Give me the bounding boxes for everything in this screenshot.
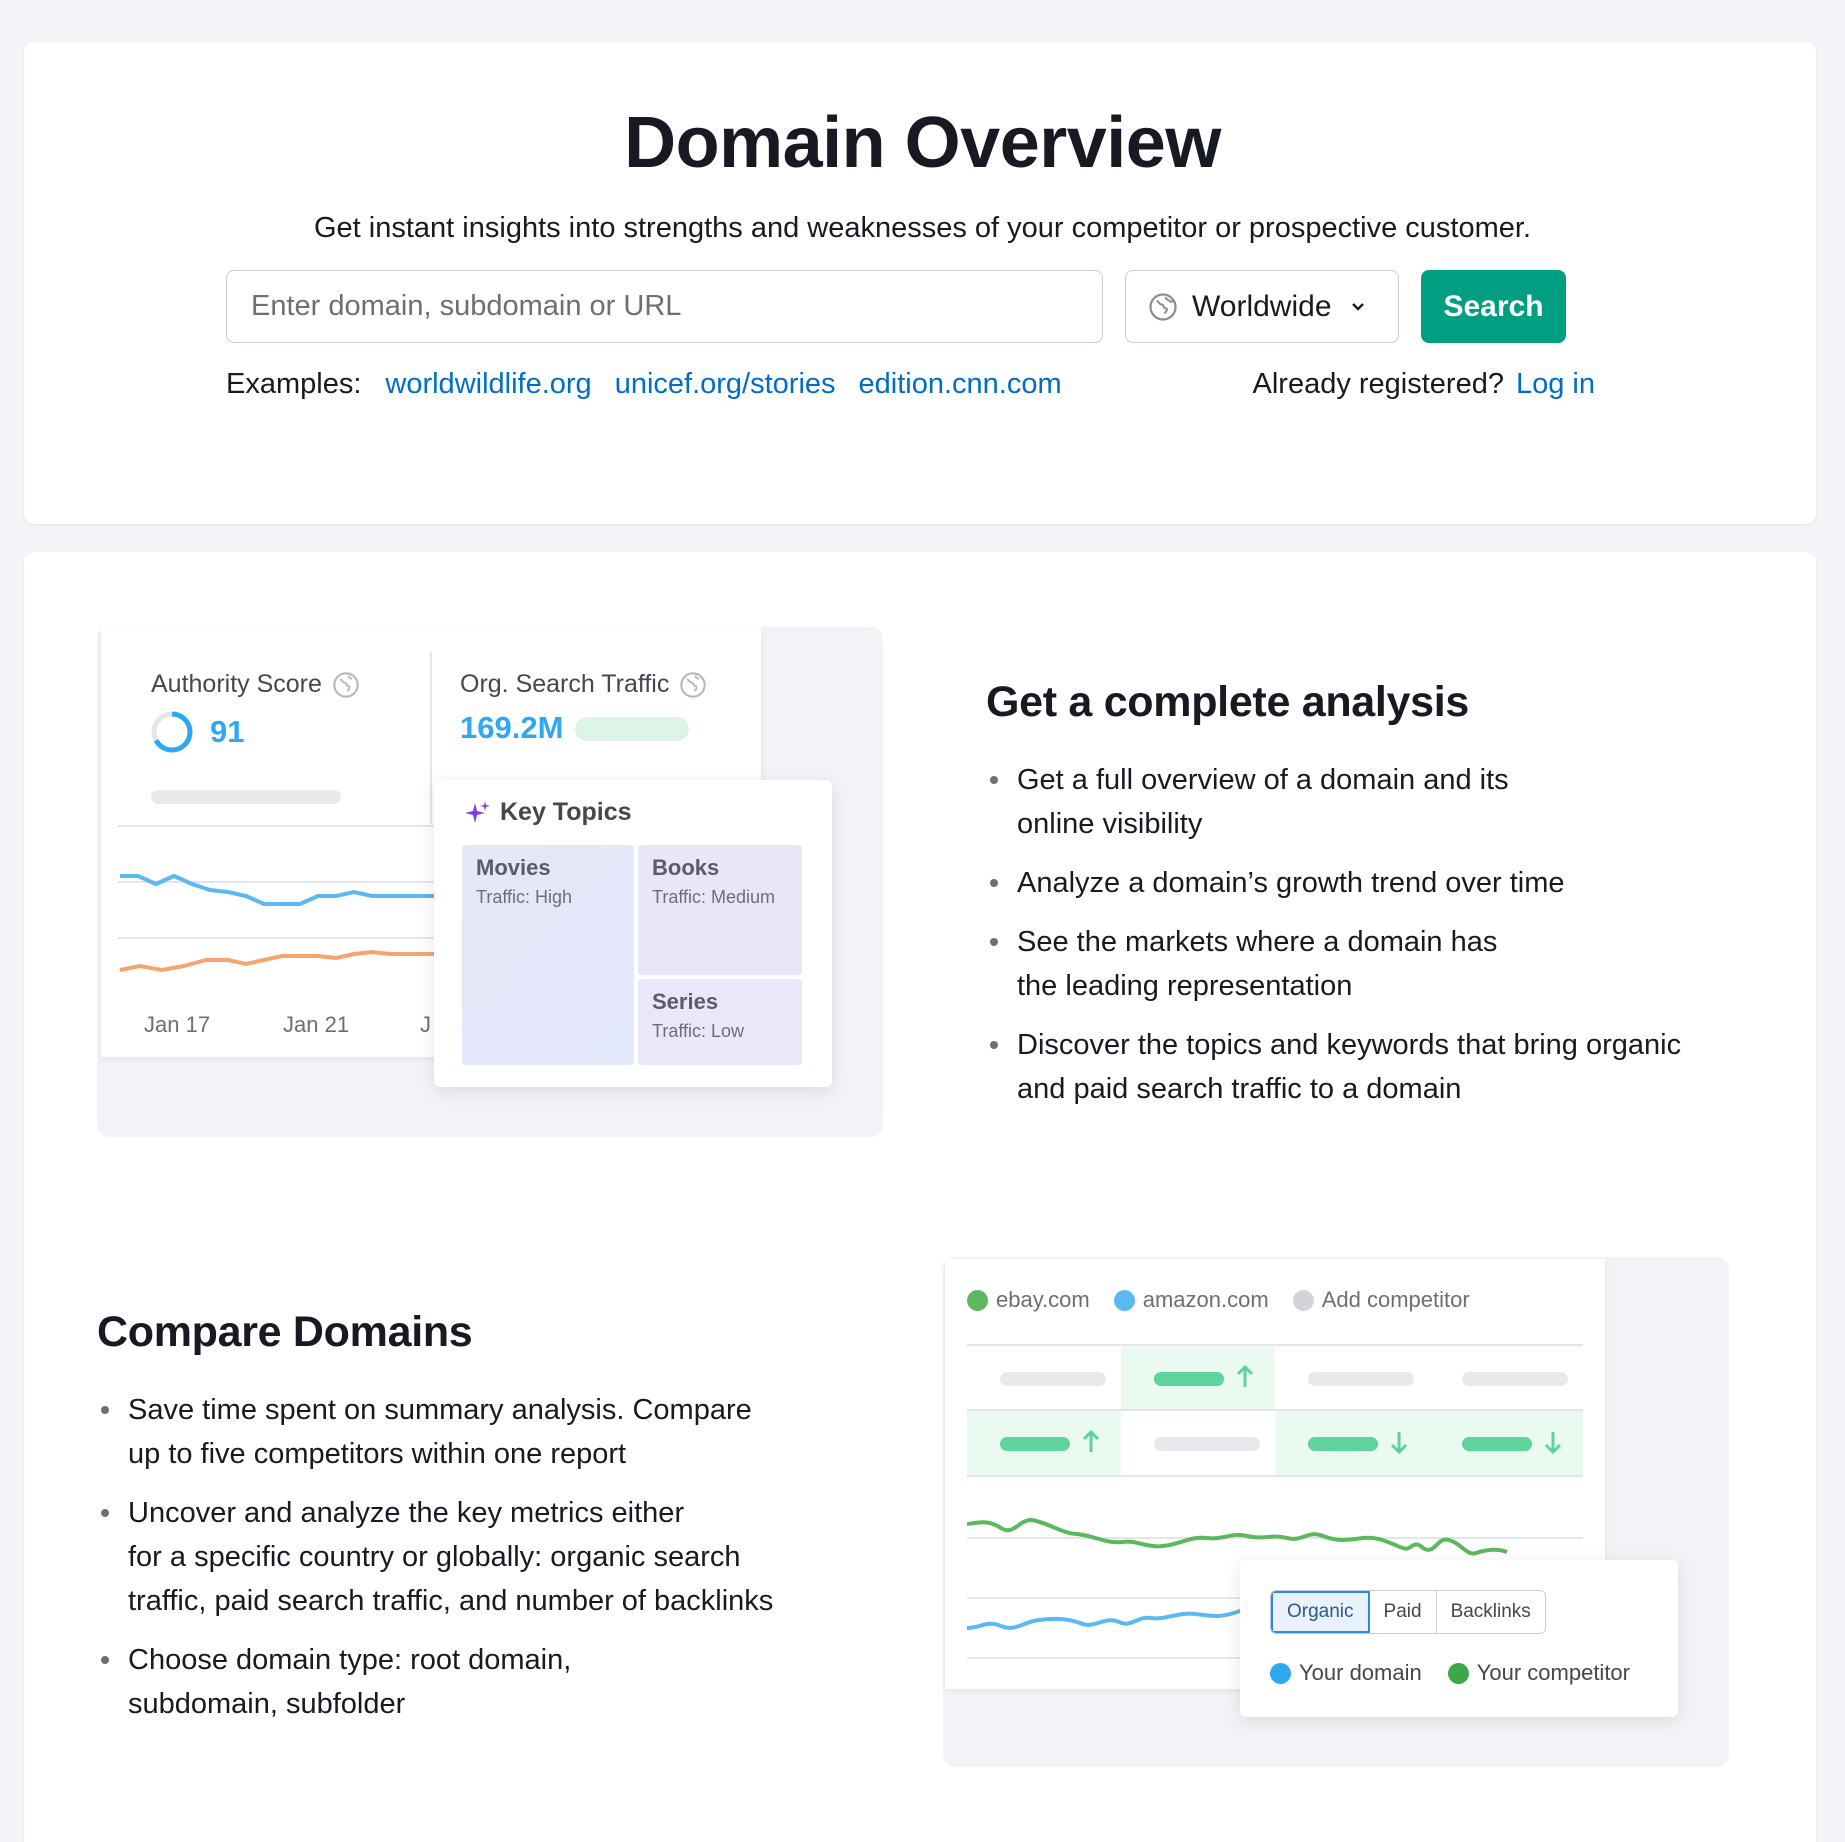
- analysis-bullets: Get a full overview of a domain and its o…: [986, 758, 1766, 1126]
- example-link-unicef[interactable]: unicef.org/stories: [615, 368, 836, 401]
- add-competitor[interactable]: Add competitor: [1292, 1287, 1470, 1313]
- search-placeholder: Enter domain, subdomain or URL: [251, 290, 682, 322]
- comparison-table-graphic: [967, 1344, 1583, 1477]
- login-prompt: Already registered? Log in: [1253, 368, 1596, 401]
- legend-your-competitor: Your competitor: [1447, 1660, 1630, 1686]
- axis-label: Jan 17: [144, 1012, 211, 1037]
- examples-row: Examples: worldwildlife.org unicef.org/s…: [226, 368, 1085, 401]
- section-heading-analysis: Get a complete analysis: [986, 678, 1470, 726]
- section-heading-compare: Compare Domains: [97, 1308, 473, 1356]
- legend-your-domain: Your domain: [1270, 1660, 1422, 1686]
- key-topics-title: Key Topics: [464, 798, 632, 827]
- tab-backlinks[interactable]: Backlinks: [1436, 1591, 1545, 1633]
- database-select[interactable]: Worldwide: [1125, 270, 1399, 343]
- list-item: Choose domain type: root domain, subdomai…: [97, 1638, 877, 1726]
- blue-dot-icon: [1113, 1289, 1135, 1311]
- example-link-cnn[interactable]: edition.cnn.com: [859, 368, 1062, 401]
- comparison-legend: Your domain Your competitor: [1270, 1660, 1656, 1686]
- database-value: Worldwide: [1192, 289, 1332, 323]
- chevron-down-icon: [1351, 302, 1364, 311]
- gray-dot-icon: [1292, 1289, 1314, 1311]
- legend-item-ebay: ebay.com: [967, 1287, 1090, 1313]
- tab-organic[interactable]: Organic: [1271, 1591, 1370, 1633]
- list-item: Discover the topics and keywords that br…: [986, 1023, 1766, 1111]
- panel-divider: [430, 652, 432, 824]
- legend-item-amazon: amazon.com: [1113, 1287, 1269, 1313]
- donut-icon: [151, 711, 193, 753]
- list-item: Uncover and analyze the key metrics eith…: [97, 1491, 877, 1623]
- sparkle-icon: [465, 800, 490, 823]
- axis-label: J: [420, 1012, 431, 1037]
- topic-cell-series: Series Traffic: Low: [638, 979, 802, 1065]
- list-item: Analyze a domain’s growth trend over tim…: [986, 861, 1766, 905]
- org-traffic-value: 169.2M: [460, 710, 564, 745]
- login-question: Already registered?: [1252, 368, 1504, 400]
- globe-icon: [680, 671, 707, 698]
- placeholder-bar: [151, 790, 341, 804]
- axis-label: Jan 21: [283, 1012, 350, 1037]
- topic-cell-movies: Movies Traffic: High: [462, 845, 634, 1065]
- page-subtitle: Get instant insights into strengths and …: [314, 212, 1531, 244]
- login-link[interactable]: Log in: [1516, 368, 1595, 400]
- topic-cell-books: Books Traffic: Medium: [638, 845, 802, 975]
- org-traffic-label: Org. Search Traffic: [460, 670, 707, 699]
- domain-legend: ebay.com amazon.com Add competitor: [967, 1287, 1494, 1313]
- compare-bullets: Save time spent on summary analysis. Com…: [97, 1388, 877, 1741]
- globe-icon: [1149, 292, 1177, 321]
- traffic-trend-chart: [118, 825, 438, 973]
- tab-paid[interactable]: Paid: [1369, 1591, 1437, 1633]
- list-item: See the markets where a domain has the le…: [986, 920, 1766, 1008]
- search-button[interactable]: Search: [1421, 270, 1566, 343]
- blue-dot-icon: [1270, 1662, 1291, 1684]
- domain-search-input[interactable]: Enter domain, subdomain or URL: [226, 270, 1103, 343]
- traffic-bar: [575, 717, 689, 741]
- example-link-worldwildlife[interactable]: worldwildlife.org: [385, 368, 591, 401]
- metric-tabs: Organic Paid Backlinks: [1270, 1590, 1546, 1634]
- examples-label: Examples:: [226, 368, 362, 400]
- authority-score-label: Authority Score: [151, 670, 360, 699]
- green-dot-icon: [967, 1289, 988, 1311]
- page-title: Domain Overview: [624, 103, 1221, 183]
- globe-icon: [333, 671, 359, 698]
- green-dot-icon: [1447, 1662, 1469, 1684]
- list-item: Get a full overview of a domain and its o…: [986, 758, 1766, 846]
- list-item: Save time spent on summary analysis. Com…: [97, 1388, 877, 1476]
- metric-switch-card: [1240, 1560, 1678, 1717]
- authority-score-value: 91: [150, 710, 244, 754]
